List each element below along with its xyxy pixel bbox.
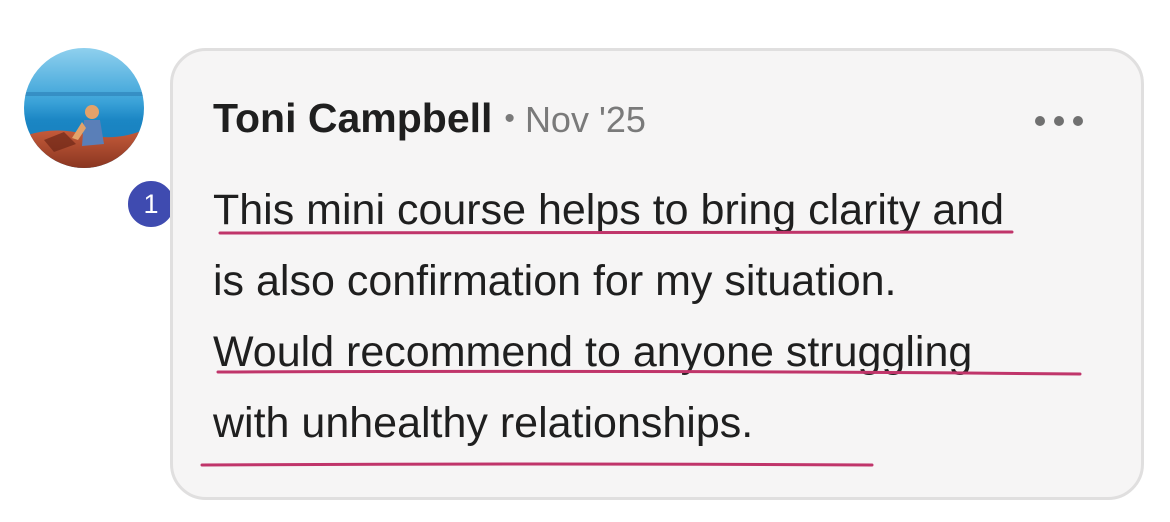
comment-date[interactable]: Nov '25 (525, 99, 646, 141)
avatar-photo (24, 48, 144, 168)
more-dot (1035, 116, 1045, 126)
separator-dot: • (504, 102, 515, 135)
more-dot (1073, 116, 1083, 126)
comment-line: Would recommend to anyone struggling (213, 328, 973, 376)
comment-line: with unhealthy relationships. (213, 399, 754, 447)
comment-line: This mini course helps to bring clarity … (213, 186, 1005, 234)
comment-body: This mini course helps to bring clarity … (213, 175, 1113, 459)
comment-card: Toni Campbell • Nov '25 This mini course… (170, 48, 1144, 500)
level-badge-label: 1 (143, 188, 159, 219)
more-options-icon[interactable] (1035, 103, 1083, 139)
comment-header: Toni Campbell • Nov '25 (213, 95, 646, 142)
comment-line: is also confirmation for my situation. (213, 257, 897, 305)
more-dot (1054, 116, 1064, 126)
comment-screen: 1 Toni Campbell • Nov '25 This mini cour… (0, 0, 1170, 522)
avatar-container[interactable]: 1 (24, 48, 178, 231)
author-name[interactable]: Toni Campbell (213, 95, 492, 142)
avatar[interactable] (24, 48, 144, 168)
